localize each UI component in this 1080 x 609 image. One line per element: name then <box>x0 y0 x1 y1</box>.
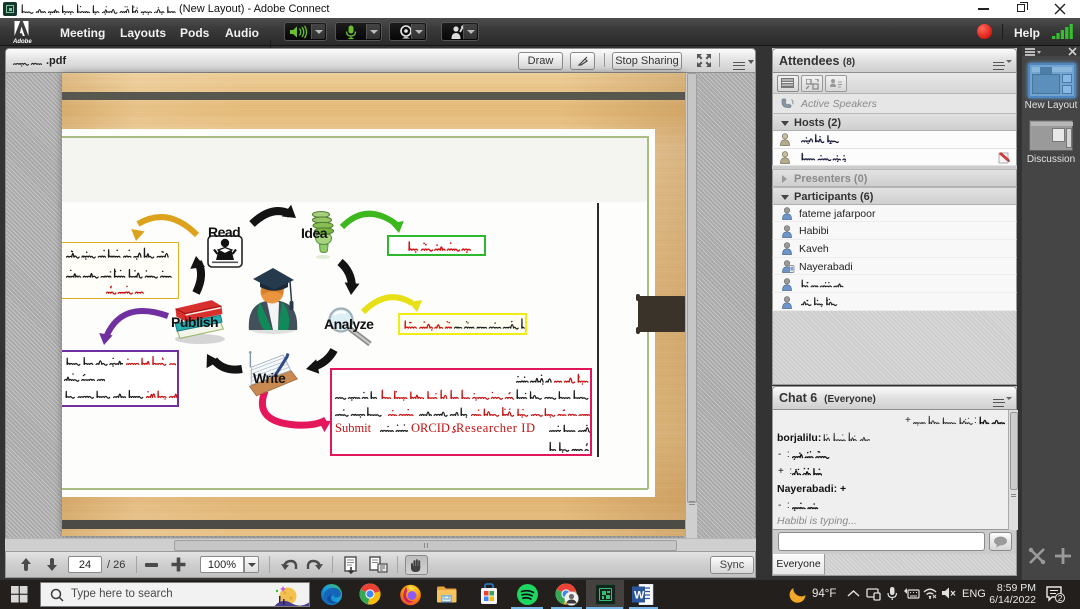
svg-text:2: 2 <box>1058 593 1063 603</box>
svg-text:W: W <box>634 590 645 602</box>
svg-text:Adobe: Adobe <box>13 39 32 44</box>
